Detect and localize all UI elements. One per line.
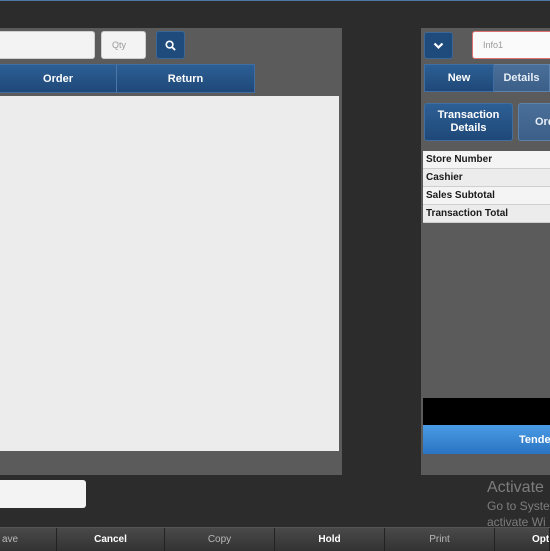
order-items-list[interactable] <box>0 96 339 451</box>
search-button[interactable] <box>156 31 185 59</box>
chevron-down-icon <box>433 42 444 49</box>
tab-details[interactable]: Details <box>494 64 550 92</box>
watermark-title: Activate <box>487 479 544 496</box>
options-button[interactable]: Opt <box>495 528 550 551</box>
detail-row-store-number: Store Number <box>423 151 550 169</box>
tab-return[interactable]: Return <box>117 65 254 92</box>
save-button[interactable]: ave <box>0 528 57 551</box>
order-tabs: Order Return <box>0 64 255 93</box>
detail-row-transaction-total: Transaction Total <box>423 205 550 223</box>
bottom-input[interactable] <box>0 480 86 508</box>
activate-windows-watermark: Activate Go to Syste activate Wi <box>487 478 550 530</box>
detail-row-sales-subtotal: Sales Subtotal <box>423 187 550 205</box>
bottom-toolbar: ave Cancel Copy Hold Print Opt <box>0 527 550 551</box>
cancel-button[interactable]: Cancel <box>57 528 165 551</box>
detail-row-cashier: Cashier <box>423 169 550 187</box>
transaction-details-table: Store Number Cashier Sales Subtotal Tran… <box>423 151 550 223</box>
print-button[interactable]: Print <box>385 528 495 551</box>
dropdown-button[interactable] <box>424 32 453 59</box>
info1-input[interactable]: Info1 <box>472 31 550 59</box>
total-display <box>423 398 550 425</box>
orders-button[interactable]: Ord <box>518 103 550 141</box>
item-search-input[interactable] <box>0 31 95 59</box>
top-border <box>0 0 550 1</box>
tab-new[interactable]: New <box>424 64 494 92</box>
transaction-details-button[interactable]: Transaction Details <box>424 103 513 141</box>
copy-button[interactable]: Copy <box>165 528 275 551</box>
tender-button[interactable]: Tender <box>423 425 550 454</box>
watermark-line-1: Go to Syste <box>487 499 550 513</box>
hold-button[interactable]: Hold <box>275 528 385 551</box>
qty-input[interactable]: Qty <box>101 31 146 59</box>
tab-order[interactable]: Order <box>0 65 117 92</box>
search-icon <box>165 39 176 51</box>
